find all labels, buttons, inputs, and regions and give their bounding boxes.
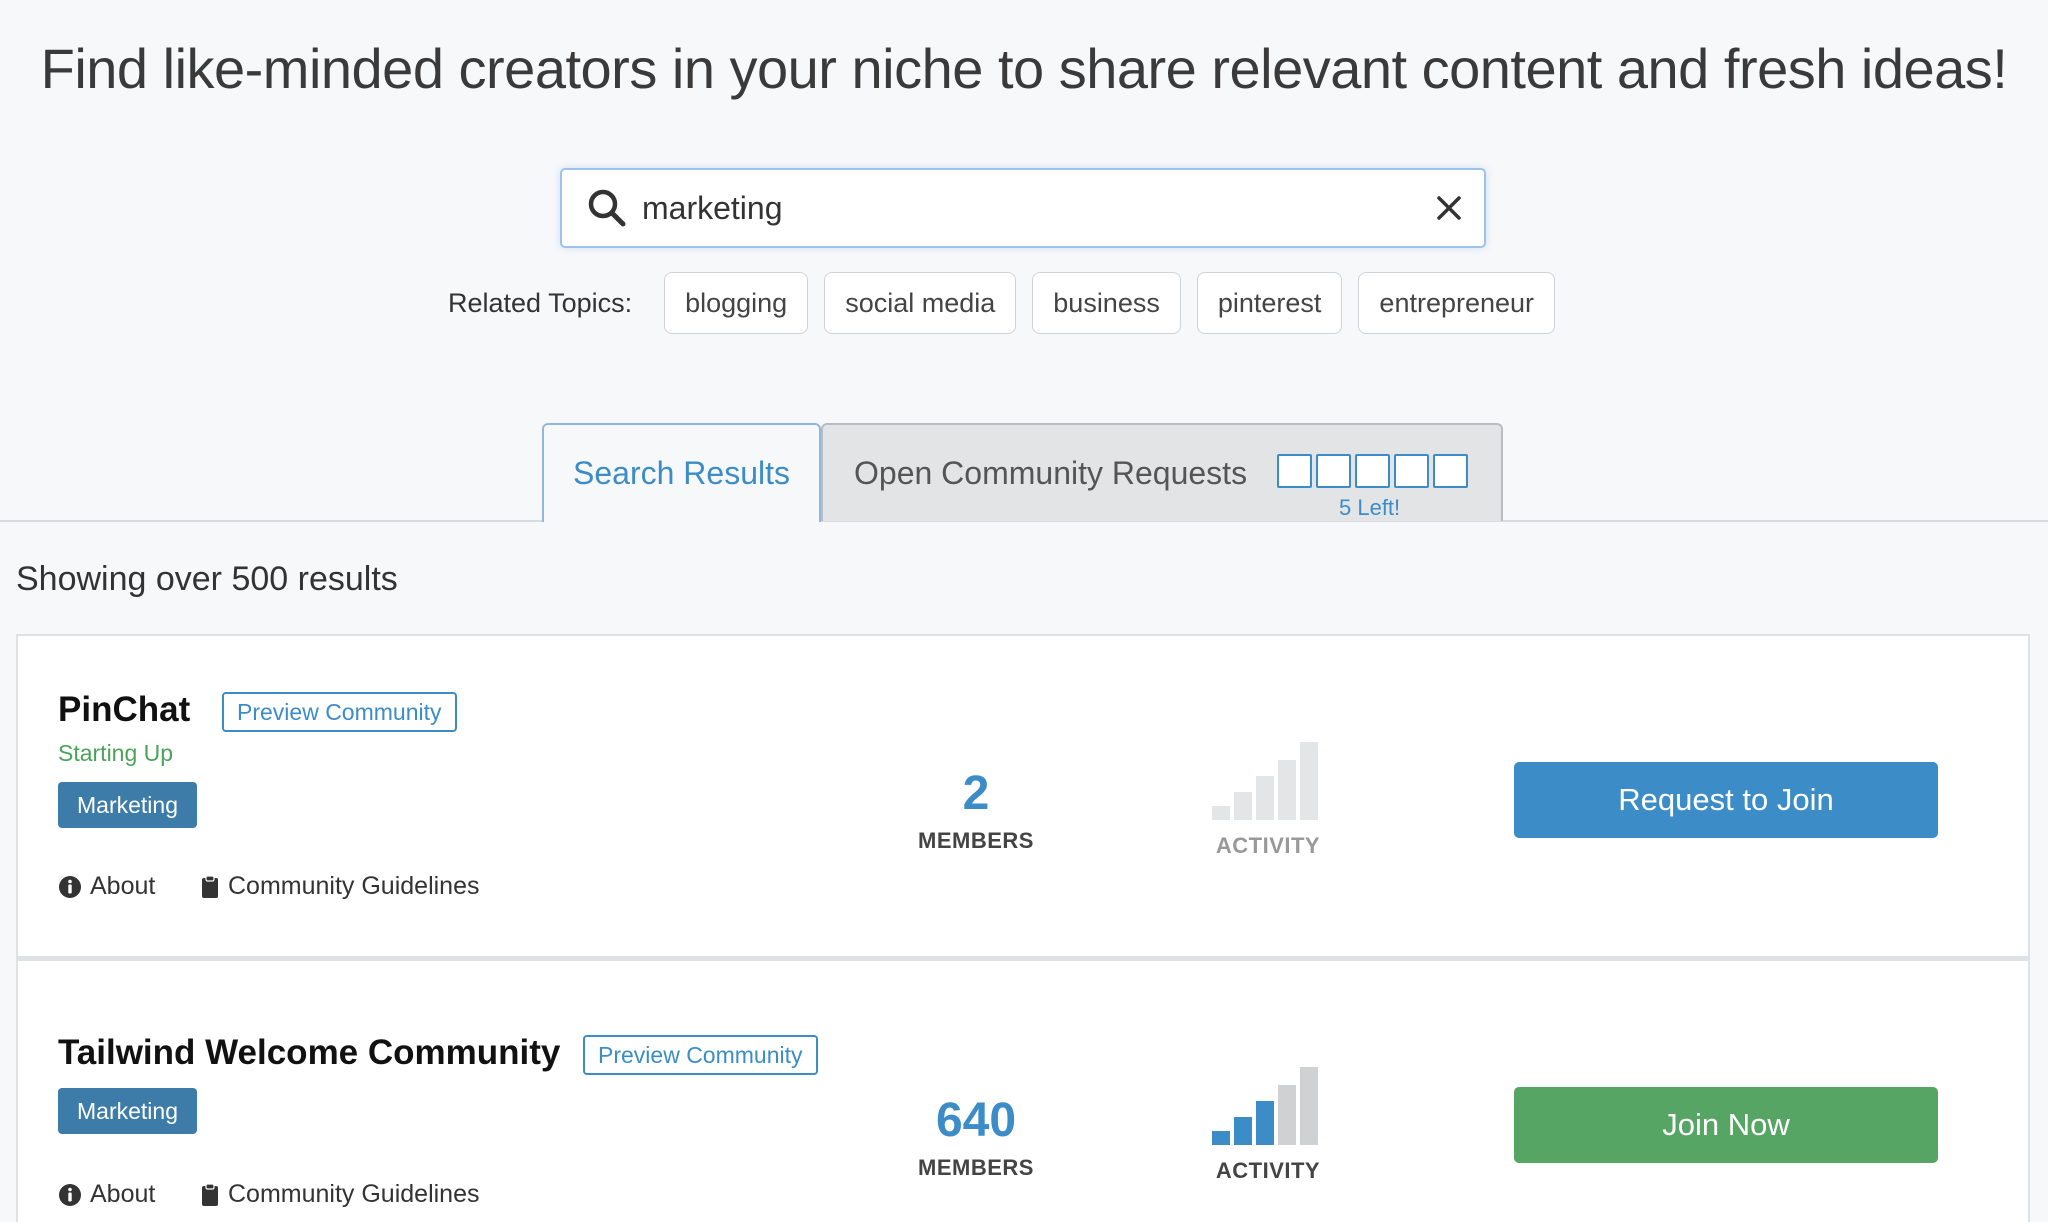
info-icon xyxy=(59,1183,81,1206)
about-link[interactable]: About xyxy=(58,872,155,901)
community-card: Tailwind Welcome Community Preview Commu… xyxy=(16,958,2030,1222)
community-guidelines-link[interactable]: Community Guidelines xyxy=(200,1180,480,1209)
activity-bar xyxy=(1300,1067,1318,1145)
requests-left-count: 5 Left! xyxy=(1339,495,1401,520)
related-topics: Related Topics: blogging social media bu… xyxy=(448,272,1571,334)
preview-community-button[interactable]: Preview Community xyxy=(222,692,457,732)
topic-chip-business[interactable]: business xyxy=(1032,272,1181,334)
community-name[interactable]: Tailwind Welcome Community xyxy=(58,1033,560,1073)
clipboard-icon xyxy=(202,1182,218,1206)
community-tag[interactable]: Marketing xyxy=(58,1088,197,1134)
activity-bar xyxy=(1234,1117,1252,1145)
results-count: Showing over 500 results xyxy=(16,560,398,598)
members-stat: 2 MEMBERS xyxy=(876,770,1076,854)
community-guidelines-label: Community Guidelines xyxy=(228,872,480,900)
info-icon xyxy=(59,875,81,898)
page-headline: Find like-minded creators in your niche … xyxy=(40,37,2008,100)
signal-bars-icon xyxy=(1212,742,1318,820)
topic-chip-pinterest[interactable]: pinterest xyxy=(1196,272,1343,334)
activity-bar xyxy=(1278,1085,1296,1145)
clipboard-icon xyxy=(202,874,218,898)
about-link[interactable]: About xyxy=(58,1180,155,1209)
community-guidelines-label: Community Guidelines xyxy=(228,1180,480,1208)
activity-label: ACTIVITY xyxy=(1215,833,1321,858)
preview-community-button[interactable]: Preview Community xyxy=(583,1035,818,1075)
related-topics-label: Related Topics: xyxy=(448,287,633,318)
close-icon[interactable] xyxy=(1414,170,1484,246)
members-stat: 640 MEMBERS xyxy=(876,1097,1076,1181)
activity-stat: ACTIVITY xyxy=(1188,740,1348,859)
topic-chip-social-media[interactable]: social media xyxy=(824,272,1017,334)
request-slot xyxy=(1355,454,1390,488)
community-status: Starting Up xyxy=(58,740,174,766)
request-slot xyxy=(1394,454,1429,488)
members-count: 2 xyxy=(962,767,990,820)
request-slot xyxy=(1316,454,1351,488)
activity-bar xyxy=(1234,792,1252,820)
signal-bars-icon xyxy=(1212,1067,1318,1145)
community-card: PinChat Preview Community Starting Up Ma… xyxy=(16,634,2030,958)
activity-bar xyxy=(1212,806,1230,820)
activity-stat: ACTIVITY xyxy=(1188,1065,1348,1184)
tab-search-results[interactable]: Search Results xyxy=(542,423,821,522)
request-to-join-button[interactable]: Request to Join xyxy=(1514,762,1938,838)
tab-open-community-requests[interactable]: Open Community Requests 5 Left! xyxy=(821,423,1503,521)
about-label: About xyxy=(90,1180,156,1208)
activity-bar xyxy=(1278,760,1296,820)
search-icon xyxy=(562,170,642,246)
community-name[interactable]: PinChat xyxy=(58,690,190,730)
members-label: MEMBERS xyxy=(918,1155,1034,1180)
topic-chip-entrepreneur[interactable]: entrepreneur xyxy=(1358,272,1556,334)
about-label: About xyxy=(90,872,156,900)
activity-label: ACTIVITY xyxy=(1215,1158,1321,1183)
members-label: MEMBERS xyxy=(918,828,1034,853)
tab-open-requests-label: Open Community Requests xyxy=(854,455,1248,491)
search-input[interactable] xyxy=(642,173,1414,243)
request-slots xyxy=(1277,454,1472,488)
join-now-button[interactable]: Join Now xyxy=(1514,1087,1938,1163)
page: Find like-minded creators in your niche … xyxy=(0,0,2048,1222)
community-tag[interactable]: Marketing xyxy=(58,782,197,828)
community-guidelines-link[interactable]: Community Guidelines xyxy=(200,872,480,901)
request-slot xyxy=(1277,454,1312,488)
activity-bar xyxy=(1256,1101,1274,1145)
request-slot xyxy=(1433,454,1468,488)
activity-bar xyxy=(1300,742,1318,820)
activity-bar xyxy=(1212,1131,1230,1145)
search-box[interactable] xyxy=(560,168,1486,248)
topic-chip-blogging[interactable]: blogging xyxy=(664,272,809,334)
activity-bar xyxy=(1256,776,1274,820)
members-count: 640 xyxy=(935,1094,1017,1147)
